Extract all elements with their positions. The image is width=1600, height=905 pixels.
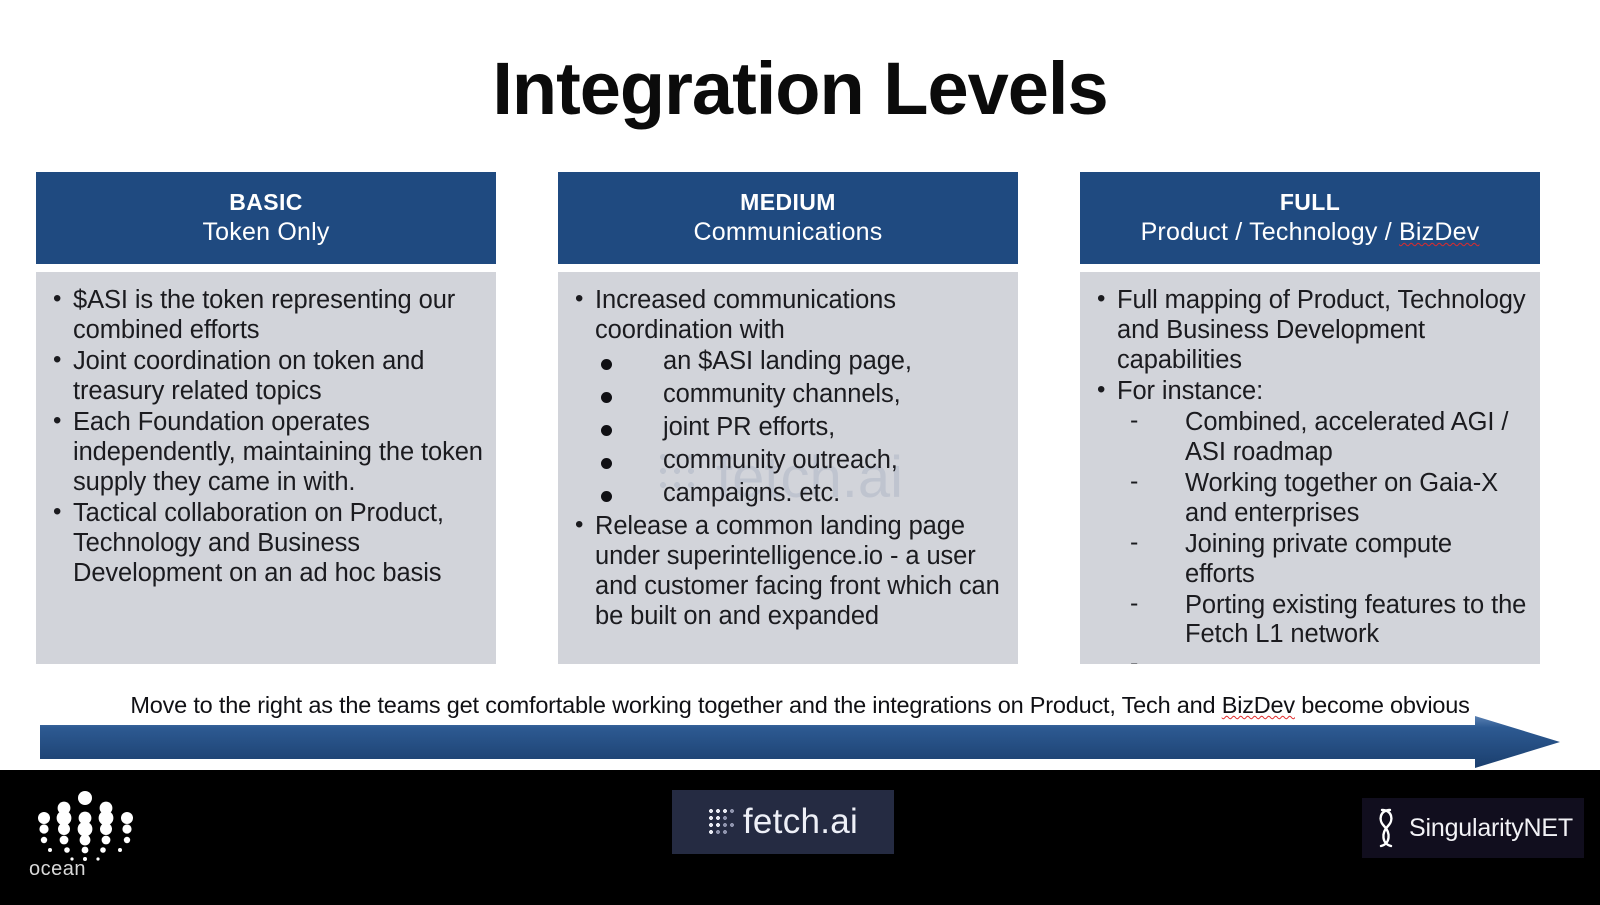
- singularitynet-logo: SingularityNET: [1362, 798, 1584, 858]
- singularitynet-logo-label: SingularityNET: [1409, 813, 1573, 842]
- column-medium-bullet-list: Increased communications coordination wi…: [570, 285, 1006, 632]
- column-full-sub-list: Combined, accelerated AGI / ASI roadmap …: [1092, 406, 1528, 664]
- list-item: $ASI is the token representing our combi…: [48, 285, 484, 346]
- list-item: Joining private compute efforts: [1092, 528, 1528, 590]
- column-basic-subtitle: Token Only: [202, 217, 330, 246]
- column-basic-header: BASIC Token Only: [36, 172, 496, 264]
- column-basic-level: BASIC: [229, 189, 303, 216]
- list-item: Tactical collaboration on Product, Techn…: [48, 498, 484, 589]
- fetch-ai-logo: fetch.ai: [672, 790, 894, 854]
- column-medium-body: fetch.ai Increased communications coordi…: [558, 272, 1018, 664]
- list-item: Joint coordination on token and treasury…: [48, 346, 484, 407]
- list-item: Porting existing features to the Fetch L…: [1092, 589, 1528, 651]
- caption-text-after: become obvious: [1294, 692, 1470, 718]
- integration-levels-columns: BASIC Token Only $ASI is the token repre…: [36, 172, 1540, 664]
- ocean-logo-label: ocean: [29, 858, 86, 880]
- column-full-subtitle-text: Product / Technology /: [1140, 217, 1400, 246]
- column-medium-subtitle-text: Communications: [693, 217, 883, 246]
- caption-misspelled-word: BizDev: [1221, 692, 1295, 718]
- column-full-body: Full mapping of Product, Technology and …: [1080, 272, 1540, 664]
- column-medium-header: MEDIUM Communications: [558, 172, 1018, 264]
- list-item: Working together on Gaia-X and enterpris…: [1092, 467, 1528, 529]
- list-item: For instance:: [1092, 376, 1528, 407]
- column-full: FULL Product / Technology / BizDev Full …: [1080, 172, 1540, 664]
- list-item: campaigns. etc.: [570, 479, 1006, 509]
- column-full-subtitle-misspelled: BizDev: [1399, 217, 1480, 246]
- list-item: an $ASI landing page,: [570, 347, 1006, 377]
- column-full-header: FULL Product / Technology / BizDev: [1080, 172, 1540, 264]
- column-full-subtitle: Product / Technology / BizDev: [1140, 217, 1480, 246]
- list-item: community outreach,: [570, 446, 1006, 476]
- partner-logo-footer: ocean fetch.ai SingularityNET: [0, 770, 1600, 905]
- slide-canvas: Integration Levels BASIC Token Only $ASI…: [0, 0, 1600, 905]
- column-medium-level: MEDIUM: [740, 189, 836, 216]
- list-item: Increased communications coordination wi…: [570, 285, 1006, 346]
- list-item: [1092, 649, 1528, 664]
- fetch-ai-logo-label: fetch.ai: [742, 802, 859, 841]
- column-basic-subtitle-text: Token Only: [202, 217, 330, 246]
- list-item: Release a common landing page under supe…: [570, 511, 1006, 632]
- column-medium-sub-list: an $ASI landing page, community channels…: [570, 347, 1006, 509]
- caption-text-before: Move to the right as the teams get comfo…: [130, 692, 1222, 718]
- progression-arrow-icon: [40, 716, 1560, 768]
- column-basic: BASIC Token Only $ASI is the token repre…: [36, 172, 496, 664]
- singularitynet-glyph-icon: [1379, 808, 1393, 848]
- page-title: Integration Levels: [492, 47, 1108, 130]
- column-basic-bullet-list: $ASI is the token representing our combi…: [48, 285, 484, 589]
- list-item: Full mapping of Product, Technology and …: [1092, 285, 1528, 376]
- column-medium: MEDIUM Communications fetch.ai Increased…: [558, 172, 1018, 664]
- list-item: Combined, accelerated AGI / ASI roadmap: [1092, 406, 1528, 468]
- progression-caption: Move to the right as the teams get comfo…: [0, 692, 1600, 719]
- list-item: joint PR efforts,: [570, 413, 1006, 443]
- fetch-dots-icon: [707, 808, 734, 836]
- column-basic-body: $ASI is the token representing our combi…: [36, 272, 496, 664]
- column-medium-subtitle: Communications: [693, 217, 883, 246]
- list-item: community channels,: [570, 380, 1006, 410]
- column-full-bullet-list: Full mapping of Product, Technology and …: [1092, 285, 1528, 664]
- column-full-level: FULL: [1279, 189, 1341, 216]
- list-item: Each Foundation operates independently, …: [48, 407, 484, 498]
- progression-arrow: [40, 716, 1560, 768]
